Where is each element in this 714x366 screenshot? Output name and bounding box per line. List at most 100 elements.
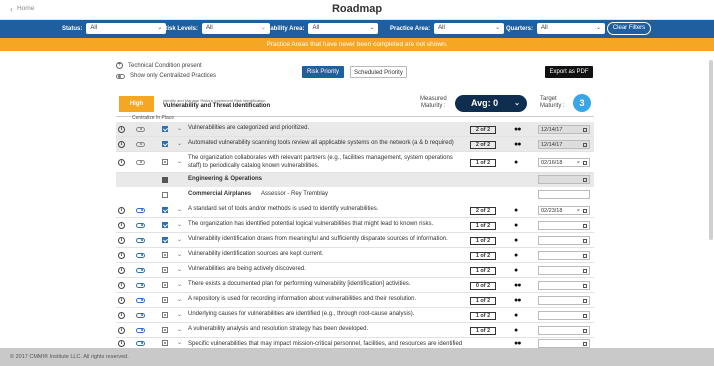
chevron-down-icon[interactable]: ⌄: [177, 125, 182, 132]
level-badge: 2 of 2: [470, 125, 496, 134]
chevron-down-icon[interactable]: ⌄: [177, 281, 182, 288]
info-icon[interactable]: i: [118, 251, 125, 259]
centralize-toggle[interactable]: [136, 237, 145, 243]
centralized-toggle-option[interactable]: Show only Centralized Practices: [116, 73, 216, 79]
in-place-checkbox[interactable]: [162, 140, 168, 147]
centralize-toggle[interactable]: [136, 340, 145, 346]
in-place-checkbox[interactable]: [162, 296, 168, 303]
in-place-checkbox[interactable]: [162, 339, 168, 346]
info-icon[interactable]: i: [118, 326, 125, 334]
target-date-field[interactable]: [538, 325, 590, 335]
chevron-down-icon[interactable]: ⌄: [177, 326, 182, 333]
priority-dots: ●●: [514, 140, 522, 148]
practice-row: i ⌄ Vulnerability identification sources a…: [116, 248, 594, 262]
subsection-date[interactable]: [538, 175, 590, 184]
chevron-down-icon[interactable]: ⌄: [177, 158, 182, 165]
centralize-toggle[interactable]: [136, 297, 145, 303]
in-place-checkbox[interactable]: [162, 326, 168, 333]
chevron-down-icon[interactable]: ⌄: [177, 311, 182, 318]
chevron-down-icon: ⌄: [157, 25, 163, 31]
in-place-checkbox[interactable]: [162, 311, 168, 318]
chevron-down-icon[interactable]: ⌄: [177, 236, 182, 243]
calendar-icon: [583, 208, 587, 213]
target-date-field[interactable]: [538, 295, 590, 305]
target-date-field[interactable]: [538, 265, 590, 275]
calendar-icon: [583, 142, 587, 147]
practice-text: A standard set of tools and/or methods i…: [188, 206, 379, 212]
target-date-field[interactable]: 02/23/18 ×: [538, 205, 590, 215]
target-date-field[interactable]: 12/14/17: [538, 124, 590, 134]
footer: © 2017 CMMI® Institute LLC. All rights r…: [0, 348, 714, 366]
info-icon[interactable]: i: [118, 206, 125, 214]
subsection-checkbox[interactable]: [162, 177, 168, 183]
info-icon[interactable]: i: [118, 296, 125, 304]
in-place-checkbox[interactable]: [162, 281, 168, 288]
group-title: Vulnerability and Threat Identification: [163, 103, 271, 109]
centralize-toggle[interactable]: [136, 252, 145, 258]
priority-dots: ●: [514, 311, 518, 319]
in-place-checkbox[interactable]: [162, 221, 168, 228]
centralize-toggle[interactable]: [136, 126, 145, 132]
practice-text: Vulnerabilities are categorized and prio…: [188, 125, 310, 131]
info-icon[interactable]: i: [118, 339, 125, 347]
scrollbar[interactable]: [709, 60, 713, 240]
centralize-toggle[interactable]: [136, 312, 145, 318]
info-icon[interactable]: i: [118, 281, 125, 289]
chevron-down-icon[interactable]: ⌄: [177, 221, 182, 228]
priority-dots: ●: [514, 206, 518, 214]
scheduled-priority-button[interactable]: Scheduled Priority: [350, 66, 407, 78]
target-date-field[interactable]: [538, 280, 590, 290]
in-place-checkbox[interactable]: [162, 158, 168, 165]
target-date-field[interactable]: 02/16/18 ×: [538, 157, 590, 167]
centralize-toggle[interactable]: [136, 207, 145, 213]
target-maturity-value: 3: [573, 94, 591, 112]
quarters-filter: Quarters: All ⌄: [506, 23, 606, 34]
target-date-field[interactable]: [538, 310, 590, 320]
quarters-select[interactable]: All ⌄: [537, 23, 606, 34]
export-pdf-button[interactable]: Export as PDF: [545, 66, 593, 78]
info-icon[interactable]: i: [118, 125, 125, 133]
in-place-checkbox[interactable]: [162, 206, 168, 213]
centralize-toggle[interactable]: [136, 141, 145, 147]
info-icon[interactable]: i: [118, 140, 125, 148]
in-place-checkbox[interactable]: [162, 251, 168, 258]
target-date-field[interactable]: [538, 235, 590, 245]
target-date-field[interactable]: [538, 250, 590, 260]
info-icon[interactable]: i: [118, 266, 125, 274]
level-badge: 0 of 2: [470, 281, 496, 290]
target-date-field[interactable]: [538, 220, 590, 230]
info-icon[interactable]: i: [118, 158, 125, 166]
in-place-checkbox[interactable]: [162, 125, 168, 132]
status-select[interactable]: All ⌄: [86, 23, 167, 34]
chevron-down-icon[interactable]: ⌄: [177, 339, 182, 346]
practice-select[interactable]: All ⌄: [434, 23, 505, 34]
info-icon[interactable]: i: [118, 221, 125, 229]
centralize-toggle[interactable]: [136, 267, 145, 273]
centralize-toggle[interactable]: [136, 327, 145, 333]
in-place-checkbox[interactable]: [162, 266, 168, 273]
chevron-down-icon[interactable]: ⌄: [177, 266, 182, 273]
company-checkbox[interactable]: [162, 192, 168, 198]
close-icon[interactable]: ×: [577, 207, 580, 215]
centralize-toggle[interactable]: [136, 222, 145, 228]
quarters-select-value: All: [541, 25, 548, 31]
capability-select[interactable]: All ⌄: [308, 23, 379, 34]
clear-filters-button[interactable]: Clear Filters: [607, 22, 651, 35]
info-icon[interactable]: i: [118, 236, 125, 244]
in-place-checkbox[interactable]: [162, 236, 168, 243]
chevron-down-icon[interactable]: ⌄: [177, 296, 182, 303]
company-date[interactable]: [538, 190, 590, 199]
centralize-toggle[interactable]: [136, 282, 145, 288]
chevron-down-icon[interactable]: ⌄: [177, 251, 182, 258]
target-date-field[interactable]: 12/14/17: [538, 139, 590, 149]
centralize-toggle[interactable]: [136, 159, 145, 165]
technical-condition-option[interactable]: + Technical Condition present: [116, 62, 202, 69]
average-dropdown[interactable]: Avg: 0 ⌄: [455, 95, 527, 112]
close-icon[interactable]: ×: [577, 159, 580, 167]
measured-maturity-label: Measured Maturity :: [420, 96, 447, 110]
risk-priority-button[interactable]: Risk Priority: [302, 66, 344, 78]
chevron-down-icon[interactable]: ⌄: [177, 140, 182, 147]
info-icon[interactable]: i: [118, 311, 125, 319]
chevron-down-icon[interactable]: ⌄: [177, 206, 182, 213]
target-date-field[interactable]: [538, 338, 590, 348]
